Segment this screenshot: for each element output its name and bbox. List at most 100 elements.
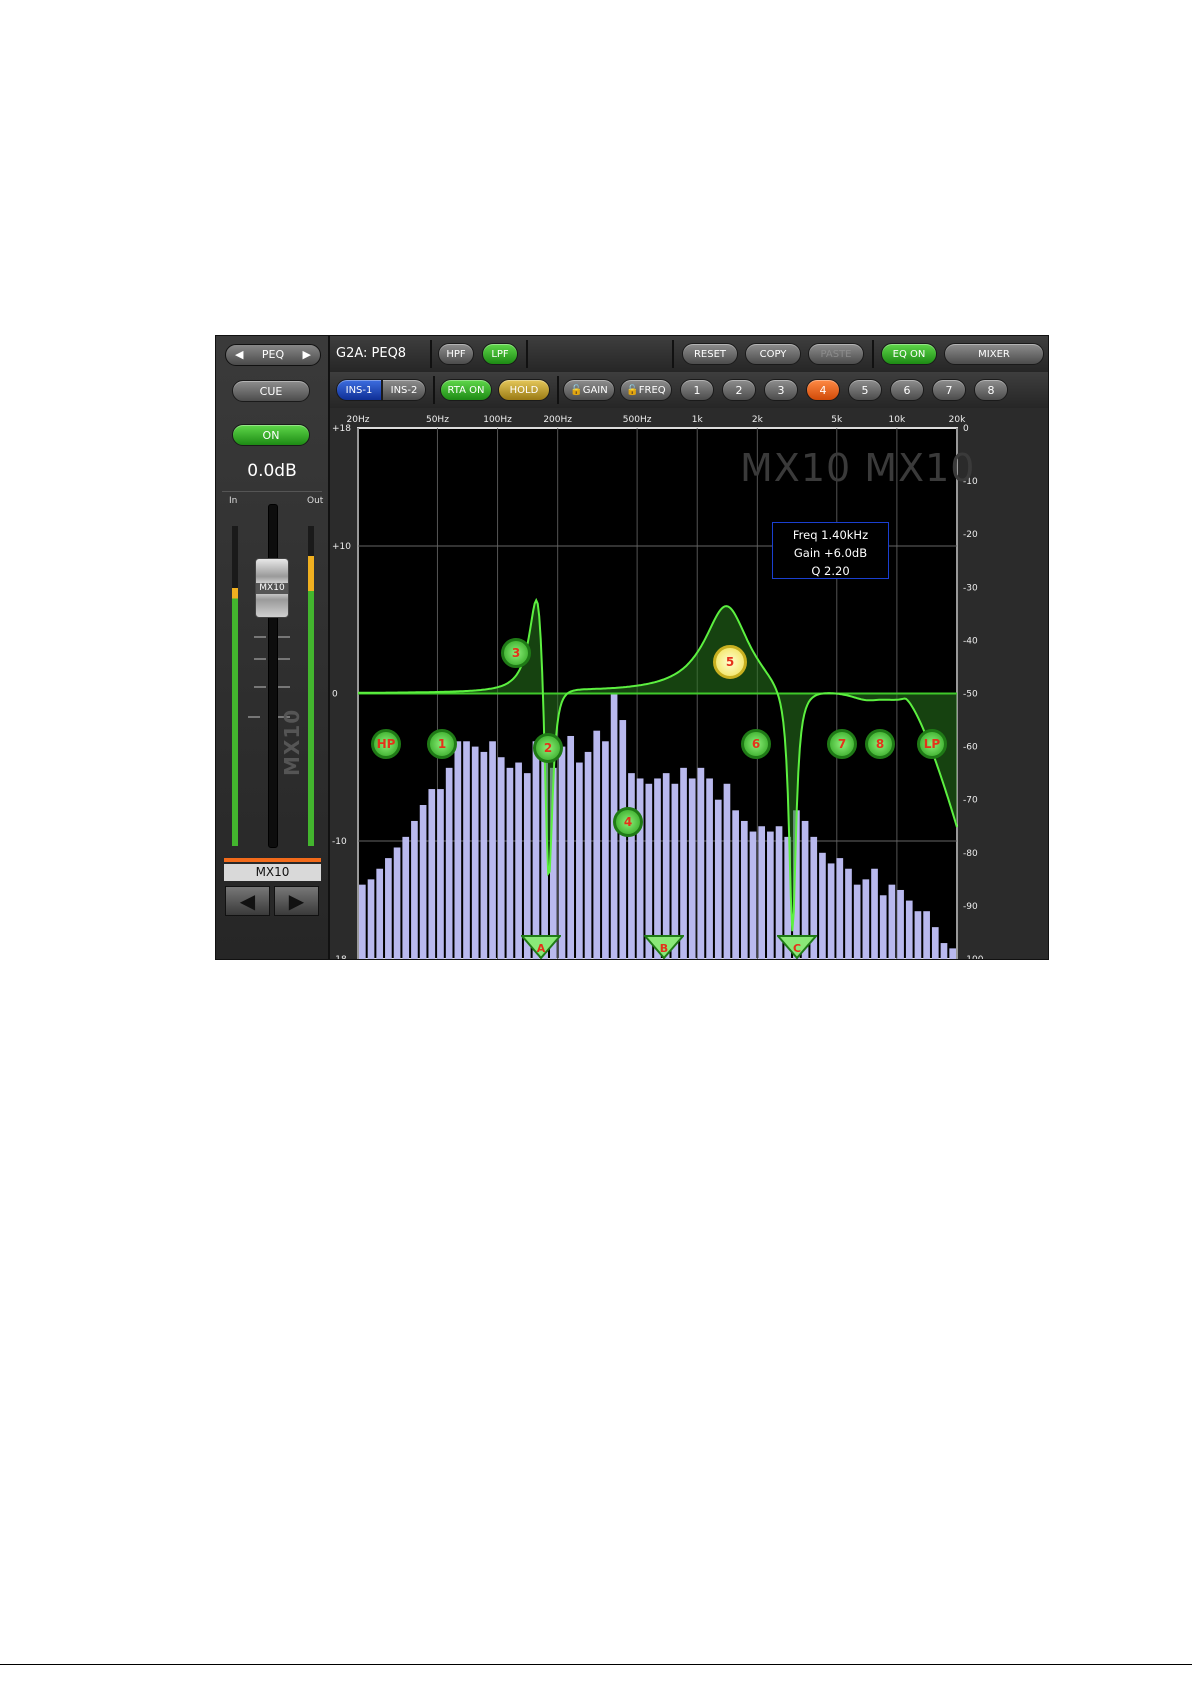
rta-bar [914, 911, 922, 959]
copy-button[interactable]: COPY [745, 343, 801, 365]
app-window: ◀ PEQ ▶ CUE ON 0.0dB In Out MX10 MX10 MX… [215, 335, 1049, 960]
rta-bar [706, 778, 713, 959]
eq-point-8[interactable]: 8 [865, 729, 895, 759]
eq-point-5[interactable]: 5 [713, 645, 747, 679]
next-arrow-icon[interactable]: ▶ [303, 345, 311, 365]
gain-tick-label: +18 [332, 424, 351, 434]
eq-on-button[interactable]: EQ ON [881, 343, 937, 365]
reset-button[interactable]: RESET [682, 343, 738, 365]
band-button-7[interactable]: 7 [932, 379, 966, 401]
band-button-4[interactable]: 4 [806, 379, 840, 401]
rta-tick-label: -30 [963, 583, 978, 593]
rta-tick-label: 0 [963, 424, 969, 434]
channel-color-bar [224, 858, 321, 862]
eq-point-3[interactable]: 3 [501, 638, 531, 668]
rta-tick-label: -70 [963, 796, 978, 806]
freq-tick-label: 5k [831, 415, 843, 425]
fader-track[interactable] [268, 504, 278, 848]
fader-label: MX10 [256, 583, 288, 594]
hpf-button[interactable]: HPF [438, 343, 474, 365]
rta-bar [532, 741, 540, 959]
notch-marker-label: C [792, 942, 802, 955]
rta-bar [645, 783, 653, 959]
band-button-1[interactable]: 1 [680, 379, 714, 401]
rta-bar [680, 767, 687, 959]
next-channel-button[interactable]: ▶ [274, 886, 319, 916]
rta-bar [602, 741, 609, 959]
band-button-2[interactable]: 2 [722, 379, 756, 401]
eq-point-4[interactable]: 4 [613, 807, 643, 837]
cue-button[interactable]: CUE [232, 380, 310, 402]
divider [222, 491, 322, 492]
rta-bar [584, 751, 592, 959]
rta-bar [940, 943, 948, 959]
info-q: Q 2.20 [811, 564, 850, 578]
toolbar-bottom: INS-1 INS-2 RTA ON HOLD 🔓GAIN 🔓FREQ 1234… [330, 372, 1048, 409]
rta-bar [671, 783, 679, 959]
eq-point-6[interactable]: 6 [741, 729, 771, 759]
paste-button[interactable]: PASTE [808, 343, 864, 365]
info-gain: Gain +6.0dB [793, 546, 868, 560]
rta-bar [376, 868, 384, 959]
notch-marker-b[interactable]: B [642, 935, 686, 959]
rta-bar [636, 778, 644, 959]
prev-channel-button[interactable]: ◀ [225, 886, 270, 916]
rta-bar [359, 884, 366, 959]
rta-bar [923, 911, 930, 959]
rta-bar [749, 831, 757, 959]
rta-bar [888, 884, 896, 959]
on-button[interactable]: ON [232, 424, 310, 446]
band-button-8[interactable]: 8 [974, 379, 1008, 401]
eq-point-lp[interactable]: LP [917, 729, 947, 759]
eq-point-7[interactable]: 7 [827, 729, 857, 759]
rta-bar [515, 762, 522, 959]
eq-graph[interactable]: 20Hz 50Hz 100Hz 200Hz 500Hz 1k 2k 5k 10k 20k +18 +1… [330, 408, 1048, 959]
eq-point-2[interactable]: 2 [533, 733, 563, 763]
band-button-3[interactable]: 3 [764, 379, 798, 401]
eq-point-hp[interactable]: HP [371, 729, 401, 759]
hold-button[interactable]: HOLD [498, 379, 550, 401]
notch-marker-label: B [659, 942, 669, 955]
rta-bar [393, 847, 401, 959]
peq-selector[interactable]: ◀ PEQ ▶ [225, 344, 321, 366]
notch-marker-a[interactable]: A [519, 935, 563, 959]
fader-knob[interactable]: MX10 [255, 558, 289, 618]
freq-tick-label: 2k [752, 415, 764, 425]
rta-bar [523, 773, 531, 959]
prev-arrow-icon[interactable]: ◀ [235, 345, 243, 365]
rta-bar [845, 868, 852, 959]
lock-icon: 🔓 [570, 385, 583, 396]
ins2-button[interactable]: INS-2 [382, 379, 426, 401]
rta-tick-label: -90 [963, 902, 978, 912]
lpf-button[interactable]: LPF [482, 343, 518, 365]
freq-lock-button[interactable]: 🔓FREQ [620, 379, 672, 401]
rta-tick-label: -100 [963, 955, 984, 959]
eq-point-1[interactable]: 1 [427, 729, 457, 759]
rta-bar [489, 741, 496, 959]
gain-tick-label: -18 [332, 955, 347, 959]
gain-lock-button[interactable]: 🔓GAIN [563, 379, 615, 401]
page-footer-line [0, 1664, 1192, 1665]
mixer-button[interactable]: MIXER [944, 343, 1044, 365]
band-button-6[interactable]: 6 [890, 379, 924, 401]
rta-bar [411, 820, 418, 959]
band-button-5[interactable]: 5 [848, 379, 882, 401]
rta-bar [463, 741, 470, 959]
notch-marker-c[interactable]: C [775, 935, 819, 959]
toolbar-top: G2A: PEQ8 HPF LPF RESET COPY PASTE EQ ON… [330, 336, 1048, 373]
ins1-button[interactable]: INS-1 [336, 379, 382, 401]
channel-name: MX10 [224, 864, 321, 881]
rta-bar [758, 826, 766, 959]
lock-icon: 🔓 [626, 385, 639, 396]
freq-tick-label: 50Hz [426, 415, 449, 425]
rta-bar [949, 948, 956, 959]
rta-on-button[interactable]: RTA ON [440, 379, 492, 401]
rta-bar [827, 863, 835, 959]
rta-bar [879, 895, 887, 959]
watermark: MX10 MX10 [740, 446, 976, 490]
freq-tick-label: 100Hz [483, 415, 512, 425]
channel-strip: ◀ PEQ ▶ CUE ON 0.0dB In Out MX10 MX10 MX… [216, 336, 330, 959]
rta-bar [385, 858, 392, 959]
rta-bar [723, 783, 731, 959]
rta-tick-label: -40 [963, 636, 978, 646]
